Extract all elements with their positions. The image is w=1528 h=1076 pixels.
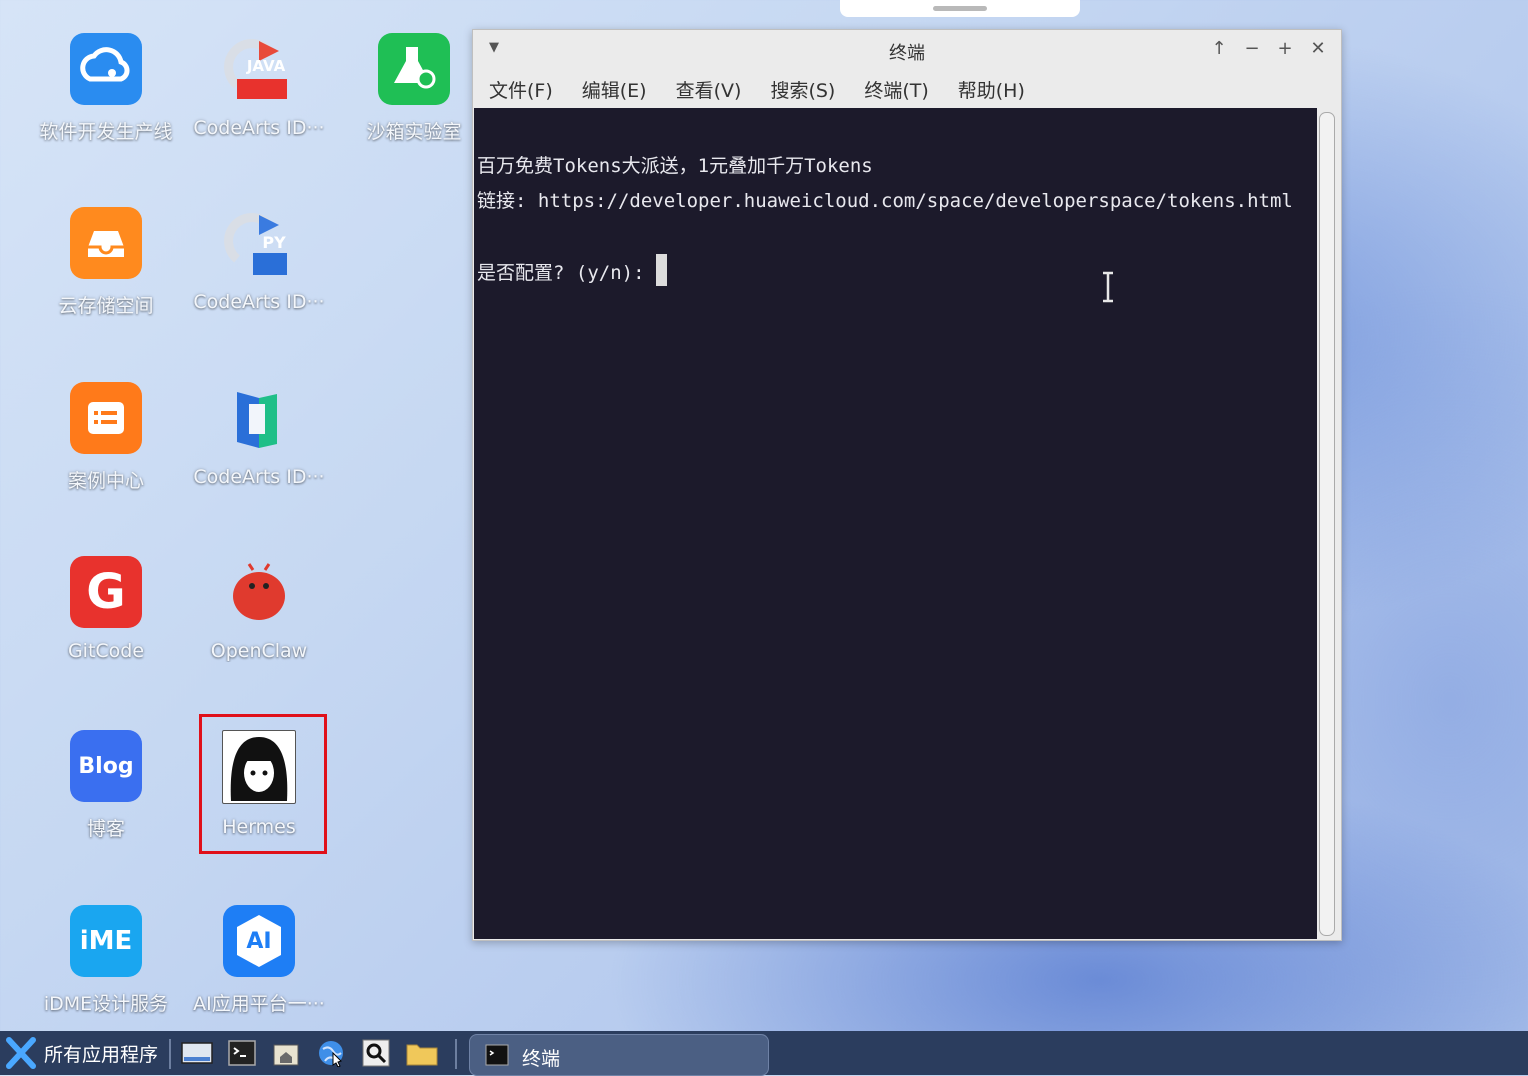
- codearts-ide-icon: [223, 382, 295, 454]
- close-icon[interactable]: ✕: [1306, 38, 1330, 59]
- ai-icon: AI: [223, 905, 295, 977]
- terminal-task-icon: [485, 1044, 509, 1066]
- codearts-python-icon: PY: [223, 207, 295, 279]
- desktop-icon-openclaw[interactable]: OpenClaw: [184, 556, 334, 696]
- terminal-line: 链接: https://developer.huaweicloud.com/sp…: [477, 190, 1293, 212]
- gitcode-icon: G: [70, 556, 142, 628]
- cloud-icon: [70, 33, 142, 105]
- desktop-icon-cloud-storage[interactable]: 云存储空间: [31, 207, 181, 347]
- desktop-icon-codearts-python[interactable]: PY CodeArts ID···: [184, 207, 334, 347]
- minimize-icon[interactable]: −: [1240, 38, 1264, 59]
- web-browser-icon[interactable]: [317, 1039, 345, 1067]
- file-manager-icon[interactable]: [406, 1039, 438, 1067]
- menu-edit[interactable]: 编辑(E): [582, 76, 647, 103]
- taskbar: 所有应用程序 终端: [0, 1031, 1528, 1076]
- terminal-launcher-icon[interactable]: [228, 1039, 256, 1067]
- taskbar-separator: [169, 1039, 171, 1069]
- desktop-icon-gitcode[interactable]: G GitCode: [31, 556, 181, 696]
- desktop-icon-codearts-ide[interactable]: CodeArts ID···: [184, 382, 334, 522]
- taskbar-separator: [455, 1039, 457, 1069]
- home-folder-icon[interactable]: [272, 1039, 300, 1067]
- text-cursor: [655, 254, 667, 286]
- codearts-java-icon: JAVA: [223, 33, 295, 105]
- blog-icon: Blog: [70, 730, 142, 802]
- desktop-icon-devops[interactable]: 软件开发生产线: [31, 33, 181, 173]
- terminal-window[interactable]: ▼ 终端 ↑ − + ✕ 文件(F) 编辑(E) 查看(V) 搜索(S) 终端(…: [472, 29, 1342, 941]
- top-drag-handle[interactable]: [840, 0, 1080, 17]
- terminal-menubar: 文件(F) 编辑(E) 查看(V) 搜索(S) 终端(T) 帮助(H): [473, 70, 1341, 108]
- desktop-icon-codearts-java[interactable]: JAVA CodeArts ID···: [184, 33, 334, 173]
- menu-file[interactable]: 文件(F): [489, 76, 553, 103]
- document-icon: [70, 382, 142, 454]
- openclaw-icon: [223, 556, 295, 628]
- flask-icon: [378, 33, 450, 105]
- ibeam-cursor-icon: [1103, 271, 1113, 303]
- terminal-prompt: 是否配置? (y/n):: [477, 262, 656, 284]
- terminal-line: 百万免费Tokens大派送，1元叠加千万Tokens: [477, 155, 873, 177]
- desktop-icon-idme[interactable]: iME iDME设计服务: [31, 905, 181, 1045]
- desktop-icon-sandbox-lab[interactable]: 沙箱实验室: [339, 33, 489, 173]
- taskbar-task-terminal[interactable]: 终端: [469, 1034, 769, 1076]
- menu-search[interactable]: 搜索(S): [770, 76, 835, 103]
- terminal-prompt-line: 是否配置? (y/n):: [477, 254, 667, 286]
- idme-icon: iME: [70, 905, 142, 977]
- terminal-titlebar[interactable]: ▼ 终端 ↑ − + ✕: [473, 30, 1341, 70]
- start-x-icon: [6, 1037, 36, 1069]
- menu-help[interactable]: 帮助(H): [958, 76, 1025, 103]
- start-menu-button[interactable]: 所有应用程序: [6, 1037, 158, 1069]
- menu-view[interactable]: 查看(V): [676, 76, 742, 103]
- arrow-up-icon[interactable]: ↑: [1207, 38, 1231, 59]
- terminal-scrollbar[interactable]: [1319, 112, 1335, 936]
- maximize-icon[interactable]: +: [1273, 38, 1297, 59]
- show-desktop-icon[interactable]: [181, 1039, 213, 1067]
- desktop-icon-blog[interactable]: Blog 博客: [31, 730, 181, 870]
- terminal-screen[interactable]: 百万免费Tokens大派送，1元叠加千万Tokens 链接: https://d…: [474, 108, 1317, 939]
- storage-icon: [70, 207, 142, 279]
- search-icon[interactable]: [362, 1039, 390, 1067]
- selection-highlight: [199, 714, 327, 854]
- desktop-icon-ai-platform[interactable]: AI AI应用平台一···: [184, 905, 334, 1045]
- menu-terminal[interactable]: 终端(T): [864, 76, 928, 103]
- desktop-icon-case-center[interactable]: 案例中心: [31, 382, 181, 522]
